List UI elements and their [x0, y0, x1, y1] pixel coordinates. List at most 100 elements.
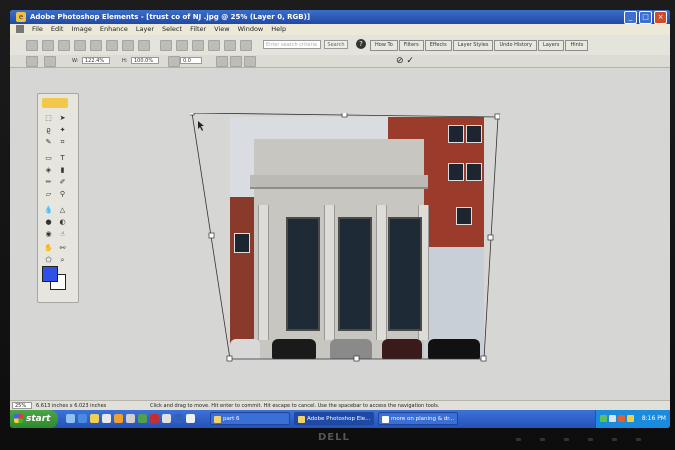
transform-handle[interactable]: [341, 113, 348, 118]
smudge-tool-icon[interactable]: ☝: [58, 230, 67, 238]
quick-launch-icon[interactable]: [174, 414, 183, 423]
magic-wand-tool-icon[interactable]: ✦: [58, 126, 67, 134]
menu-view[interactable]: View: [214, 24, 229, 35]
import-icon[interactable]: [74, 40, 86, 51]
step-forward-icon[interactable]: [192, 40, 204, 51]
photomerge-icon[interactable]: [240, 40, 252, 51]
quick-launch-icon[interactable]: [114, 414, 123, 423]
menu-select[interactable]: Select: [162, 24, 182, 35]
monitor-button[interactable]: [516, 438, 521, 441]
menu-help[interactable]: Help: [271, 24, 286, 35]
eraser-tool-icon[interactable]: ▱: [44, 190, 53, 198]
angle-input[interactable]: 0.0: [180, 57, 202, 64]
tab-how-to[interactable]: How To: [370, 40, 398, 51]
taskbar-button-part-6[interactable]: part 6: [210, 412, 290, 425]
document-canvas[interactable]: [190, 113, 500, 363]
menu-file[interactable]: File: [32, 24, 43, 35]
show-desktop-icon[interactable]: [66, 414, 75, 423]
menu-edit[interactable]: Edit: [51, 24, 64, 35]
width-input[interactable]: 122.4%: [82, 57, 110, 64]
browse-icon[interactable]: [58, 40, 70, 51]
dodge-tool-icon[interactable]: ◐: [58, 218, 67, 226]
minimize-button[interactable]: _: [624, 11, 637, 24]
taskbar-button-photoshop[interactable]: Adobe Photoshop Ele...: [294, 412, 374, 425]
step-backward-icon[interactable]: [176, 40, 188, 51]
search-button[interactable]: Search: [324, 40, 348, 49]
selection-brush-tool-icon[interactable]: ✎: [44, 138, 53, 146]
red-eye-tool-icon[interactable]: ◉: [44, 230, 53, 238]
volume-icon[interactable]: [627, 415, 634, 422]
internet-explorer-icon[interactable]: [78, 414, 87, 423]
foreground-color-swatch[interactable]: [42, 266, 58, 282]
skew-icon[interactable]: [216, 56, 228, 67]
sharpen-tool-icon[interactable]: △: [58, 206, 67, 214]
lasso-tool-icon[interactable]: ϱ: [44, 126, 53, 134]
pencil-tool-icon[interactable]: ✐: [58, 178, 67, 186]
hand-tool-icon[interactable]: ✋: [44, 244, 53, 252]
quick-launch-icon[interactable]: [126, 414, 135, 423]
tab-undo-history[interactable]: Undo History: [494, 40, 537, 51]
start-button[interactable]: start: [10, 410, 58, 428]
transform-handle[interactable]: [190, 113, 195, 116]
perspective-transform-box[interactable]: [190, 113, 500, 363]
transform-handle[interactable]: [480, 355, 487, 362]
menu-filter[interactable]: Filter: [190, 24, 206, 35]
photoshop-elements-app-icon[interactable]: e: [16, 12, 26, 22]
brush-tool-icon[interactable]: ✏: [44, 178, 53, 186]
rotate-icon[interactable]: [168, 56, 180, 67]
print-preview-icon[interactable]: [138, 40, 150, 51]
tray-icon[interactable]: [600, 415, 607, 422]
document-icon[interactable]: [16, 25, 24, 33]
help-icon[interactable]: ?: [356, 39, 366, 49]
menu-window[interactable]: Window: [238, 24, 264, 35]
distort-icon[interactable]: [230, 56, 242, 67]
perspective-icon[interactable]: [244, 56, 256, 67]
transform-handle[interactable]: [494, 113, 500, 120]
menu-image[interactable]: Image: [71, 24, 91, 35]
color-variations-icon[interactable]: [224, 40, 236, 51]
cancel-transform-icon[interactable]: ⊘: [396, 56, 404, 66]
taskbar-button-browser[interactable]: more on planing & dr...: [378, 412, 458, 425]
zoom-tool-icon[interactable]: ⌕: [58, 256, 67, 264]
transform-handle[interactable]: [353, 355, 360, 362]
print-icon[interactable]: [122, 40, 134, 51]
transform-tool-icon[interactable]: [26, 56, 38, 67]
zoom-level-input[interactable]: 25%: [12, 402, 32, 409]
quick-launch-icon[interactable]: [102, 414, 111, 423]
new-file-icon[interactable]: [26, 40, 38, 51]
email-icon[interactable]: [160, 40, 172, 51]
close-button[interactable]: ×: [654, 11, 667, 24]
quick-launch-icon[interactable]: [186, 414, 195, 423]
search-input[interactable]: Enter search criteria: [263, 40, 321, 49]
move-tool-icon[interactable]: ➤: [58, 114, 67, 122]
save-for-web-icon[interactable]: [106, 40, 118, 51]
gradient-tool-icon[interactable]: ▮: [58, 166, 67, 174]
marquee-tool-icon[interactable]: ⬚: [44, 114, 53, 122]
quick-fix-icon[interactable]: [208, 40, 220, 51]
tab-effects[interactable]: Effects: [424, 40, 452, 51]
monitor-button[interactable]: [588, 438, 593, 441]
reference-point-icon[interactable]: [44, 56, 56, 67]
type-tool-icon[interactable]: T: [58, 154, 67, 162]
sponge-tool-icon[interactable]: ●: [44, 218, 53, 226]
quick-launch-icon[interactable]: [150, 414, 159, 423]
tab-hints[interactable]: Hints: [565, 40, 589, 51]
monitor-button[interactable]: [540, 438, 545, 441]
tab-filters[interactable]: Filters: [398, 40, 424, 51]
open-file-icon[interactable]: [42, 40, 54, 51]
tray-icon[interactable]: [618, 415, 625, 422]
tab-layers[interactable]: Layers: [537, 40, 565, 51]
quick-launch-icon[interactable]: [138, 414, 147, 423]
paint-bucket-tool-icon[interactable]: ◈: [44, 166, 53, 174]
monitor-button[interactable]: [612, 438, 617, 441]
height-input[interactable]: 100.0%: [131, 57, 159, 64]
folder-icon[interactable]: [90, 414, 99, 423]
commit-transform-icon[interactable]: ✓: [406, 56, 414, 66]
maximize-button[interactable]: □: [639, 11, 652, 24]
monitor-button[interactable]: [636, 438, 641, 441]
eyedropper-tool-icon[interactable]: ⚯: [58, 244, 67, 252]
transform-handle[interactable]: [226, 355, 233, 362]
blur-tool-icon[interactable]: 💧: [44, 206, 53, 214]
menu-layer[interactable]: Layer: [136, 24, 154, 35]
tab-layer-styles[interactable]: Layer Styles: [452, 40, 494, 51]
